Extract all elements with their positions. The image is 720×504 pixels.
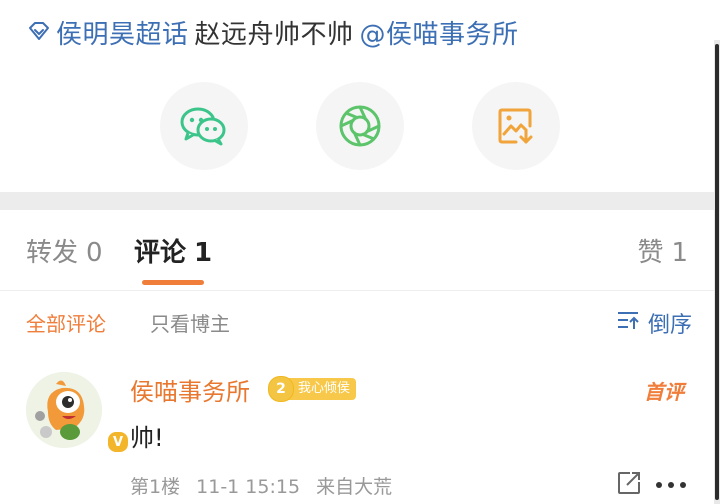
section-divider [0, 192, 714, 210]
tab-repost[interactable]: 转发 0 [26, 232, 103, 269]
sort-icon [616, 309, 648, 337]
share-icon[interactable] [616, 470, 642, 500]
fan-badge-label: 我心倾侯 [288, 378, 357, 400]
active-tab-indicator [142, 280, 204, 285]
fan-badge[interactable]: 2 我心倾侯 [268, 376, 357, 402]
tab-repost-label: 转发 [26, 238, 79, 268]
filter-all-comments[interactable]: 全部评论 [26, 308, 106, 337]
tab-repost-count: 0 [86, 238, 103, 268]
comment-filter-row: 全部评论 只看博主 倒序 [0, 306, 714, 342]
comment-time: 11-1 15:15 [196, 476, 301, 498]
comment-meta: 第1楼 11-1 15:15 来自大荒 [130, 472, 402, 499]
mention-link[interactable]: @侯喵事务所 [360, 14, 519, 51]
sort-label: 倒序 [647, 313, 692, 338]
diamond-icon [26, 19, 52, 45]
super-topic-link[interactable]: 侯明昊超话 [56, 14, 189, 51]
save-image-button[interactable] [472, 82, 560, 170]
comment-source: 来自大荒 [316, 476, 393, 498]
save-image-icon [496, 106, 536, 146]
share-moments-button[interactable] [316, 82, 404, 170]
tab-likes-count: 1 [671, 238, 688, 268]
post-text-line: 侯明昊超话 赵远舟帅不帅 @侯喵事务所 [26, 12, 519, 52]
tab-likes-label: 赞 [637, 238, 664, 268]
interaction-tabs: 转发 0 评论 1 赞1 [0, 222, 714, 288]
moments-icon [338, 104, 382, 148]
tab-comments-count: 1 [194, 238, 213, 268]
share-wechat-button[interactable] [160, 82, 248, 170]
filter-blogger-only[interactable]: 只看博主 [150, 308, 230, 337]
comment-floor: 第1楼 [130, 476, 181, 498]
tabs-divider [0, 290, 714, 291]
tab-comments[interactable]: 评论 1 [134, 232, 212, 269]
wechat-icon [180, 106, 228, 146]
comment-actions [616, 470, 686, 500]
sort-button[interactable]: 倒序 [616, 306, 692, 340]
verified-badge: V [106, 430, 130, 454]
first-comment-tag: 首评 [644, 380, 684, 404]
comment-username[interactable]: 侯喵事务所 [130, 372, 250, 407]
avatar[interactable]: V [26, 372, 130, 454]
tab-comments-label: 评论 [134, 238, 187, 268]
share-row [0, 82, 720, 170]
post-text: 赵远舟帅不帅 [194, 19, 354, 50]
fan-level-icon: 2 [268, 376, 294, 402]
comment-item: V 侯喵事务所 2 我心倾侯 首评 帅! 第1楼 11-1 15:15 来自大荒 [0, 370, 714, 504]
comment-text: 帅! [130, 424, 164, 452]
tab-likes[interactable]: 赞1 [637, 232, 688, 269]
more-options-icon[interactable] [656, 482, 686, 488]
